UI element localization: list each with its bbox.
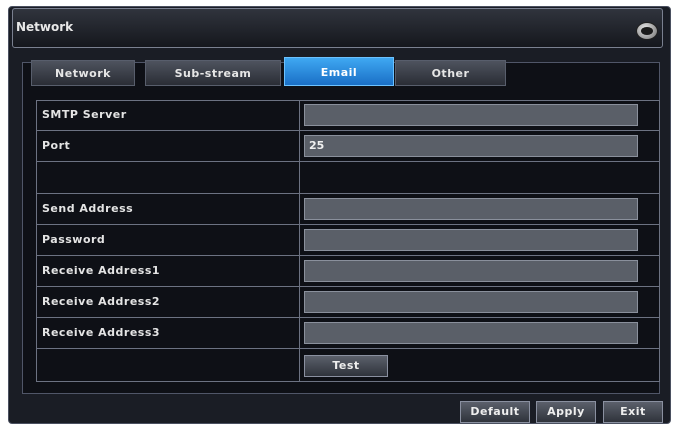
tab-sub-stream[interactable]: Sub-stream [145, 60, 281, 86]
title-bar [12, 8, 663, 48]
receive-address3-field[interactable] [304, 322, 638, 344]
receive-address2-field[interactable] [304, 291, 638, 313]
receive-address2-label: Receive Address2 [42, 295, 161, 308]
apply-button[interactable]: Apply [536, 401, 596, 423]
row-spacer [36, 162, 660, 194]
port-label: Port [42, 139, 71, 152]
receive-address3-label: Receive Address3 [42, 326, 161, 339]
exit-button[interactable]: Exit [603, 401, 663, 423]
smtp-server-label: SMTP Server [42, 108, 127, 121]
close-icon [641, 27, 653, 35]
send-address-field[interactable] [304, 198, 638, 220]
column-divider [299, 100, 300, 382]
test-button[interactable]: Test [304, 355, 388, 377]
default-button[interactable]: Default [460, 401, 530, 423]
tab-email[interactable]: Email [284, 57, 394, 86]
send-address-label: Send Address [42, 202, 134, 215]
tab-other[interactable]: Other [395, 60, 506, 86]
tab-network[interactable]: Network [31, 60, 135, 86]
close-button[interactable] [636, 22, 658, 40]
window-title: Network [16, 20, 74, 34]
password-label: Password [42, 233, 106, 246]
receive-address1-label: Receive Address1 [42, 264, 161, 277]
port-field[interactable]: 25 [304, 135, 638, 157]
password-field[interactable] [304, 229, 638, 251]
smtp-server-field[interactable] [304, 104, 638, 126]
receive-address1-field[interactable] [304, 260, 638, 282]
